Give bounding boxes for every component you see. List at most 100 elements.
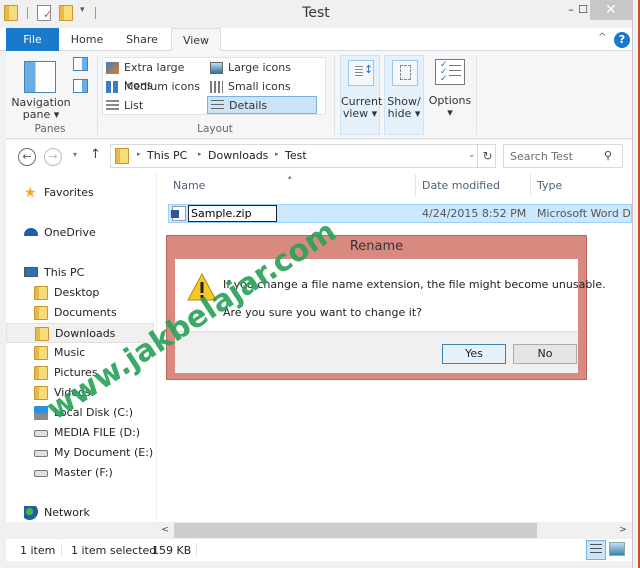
details-view-button[interactable] <box>586 540 606 560</box>
forward-button[interactable]: → <box>44 148 62 166</box>
file-type: Microsoft Word D... <box>537 207 640 220</box>
nav-item-label: MEDIA FILE (D:) <box>54 426 141 439</box>
close-button[interactable]: ✕ <box>590 0 632 20</box>
dialog-body: If you change a file name extension, the… <box>175 259 606 373</box>
nav-item-my-document-e[interactable]: My Document (E:) <box>34 443 154 463</box>
nav-item-favorites[interactable]: ★ Favorites <box>24 183 154 203</box>
title-bar: ✓ ▾ Test – ☐ ✕ <box>0 0 632 28</box>
dialog-question: Are you sure you want to change it? <box>223 306 422 319</box>
refresh-button[interactable]: ↻ <box>477 145 497 167</box>
nav-item-desktop[interactable]: Desktop <box>34 283 154 303</box>
warning-icon <box>187 273 217 301</box>
breadcrumb-separator[interactable]: ▸ <box>137 150 141 158</box>
folder-icon <box>35 327 49 341</box>
address-dropdown-icon[interactable]: ⌄ <box>468 150 476 160</box>
nav-item-local-disk-c[interactable]: Local Disk (C:) <box>34 403 154 423</box>
folder-icon <box>34 346 48 360</box>
breadcrumb-downloads[interactable]: Downloads <box>208 149 268 162</box>
large-icons-view-button[interactable] <box>609 542 625 556</box>
current-view-button[interactable]: ↕ Current view ▾ <box>340 55 383 135</box>
horizontal-scrollbar[interactable]: < > <box>157 522 632 539</box>
collapse-ribbon-icon[interactable]: ^ <box>598 32 612 43</box>
details-pane-icon[interactable] <box>73 79 88 93</box>
back-button[interactable]: ← <box>18 148 36 166</box>
properties-icon[interactable]: ✓ <box>37 5 52 21</box>
nav-item-this-pc[interactable]: This PC <box>24 263 154 283</box>
navigation-pane-button[interactable]: Navigation pane ▾ <box>10 57 72 121</box>
details-icon <box>211 100 224 112</box>
help-icon[interactable]: ? <box>614 32 630 48</box>
column-header-type[interactable]: Type <box>537 179 562 192</box>
nav-item-label: Favorites <box>44 186 94 199</box>
navigation-pane-label: Navigation pane ▾ <box>11 96 71 121</box>
tab-view[interactable]: View <box>171 28 221 52</box>
new-folder-icon[interactable] <box>59 5 73 21</box>
column-header-date-modified[interactable]: Date modified <box>422 179 500 192</box>
preview-pane-icon[interactable] <box>73 57 88 71</box>
breadcrumb-separator[interactable]: ▸ <box>198 150 202 158</box>
column-separator[interactable] <box>530 174 531 196</box>
nav-item-onedrive[interactable]: OneDrive <box>24 223 154 243</box>
nav-item-music[interactable]: Music <box>34 343 154 363</box>
folder-icon[interactable] <box>4 5 18 21</box>
nav-item-media-file-d[interactable]: MEDIA FILE (D:) <box>34 423 154 443</box>
nav-item-documents[interactable]: Documents <box>34 303 154 323</box>
layout-item-label: Medium icons <box>124 80 201 93</box>
current-view-label: Current view ▾ <box>341 95 383 120</box>
layout-small-icons[interactable]: Small icons <box>207 78 307 96</box>
column-header-name[interactable]: Name <box>173 179 205 192</box>
layout-list[interactable]: List <box>103 97 207 115</box>
extra-large-icons-icon <box>106 62 119 74</box>
list-icon <box>106 100 119 112</box>
nav-item-label: Documents <box>54 306 117 319</box>
folder-icon <box>34 306 48 320</box>
tab-home[interactable]: Home <box>62 28 112 51</box>
layout-large-icons[interactable]: Large icons <box>207 59 307 77</box>
quick-access-separator <box>27 7 28 19</box>
nav-item-pictures[interactable]: Pictures <box>34 363 154 383</box>
address-bar[interactable]: ▸ This PC ▸ Downloads ▸ Test ⌄ ↻ <box>110 144 496 168</box>
layout-medium-icons[interactable]: Medium icons <box>103 78 207 96</box>
status-bar: 1 item 1 item selected 159 KB <box>6 539 632 561</box>
navigation-pane: ★ Favorites OneDrive This PC Desktop Doc… <box>6 172 156 522</box>
nav-item-master-f[interactable]: Master (F:) <box>34 463 154 483</box>
options-button[interactable]: ✓ ✓ ✓ Options ▾ <box>428 55 472 135</box>
tab-file[interactable]: File <box>6 28 59 51</box>
search-placeholder: Search Test <box>510 150 573 163</box>
nav-item-network[interactable]: Network <box>24 503 154 523</box>
no-button[interactable]: No <box>513 344 577 364</box>
scrollbar-thumb[interactable] <box>174 523 537 538</box>
recent-locations-dropdown[interactable]: ▾ <box>73 150 77 159</box>
layout-item-label: Details <box>229 99 268 112</box>
window-edge <box>632 0 640 568</box>
show-hide-button[interactable]: Show/ hide ▾ <box>384 55 424 135</box>
drive-icon <box>34 430 48 437</box>
current-view-icon: ↕ <box>348 60 374 86</box>
nav-item-label: Network <box>44 506 90 519</box>
drive-icon <box>34 470 48 477</box>
breadcrumb-separator[interactable]: ▸ <box>275 150 279 158</box>
column-separator[interactable] <box>415 174 416 196</box>
layout-item-label: List <box>124 99 144 112</box>
layout-extra-large-icons[interactable]: Extra large icons <box>103 59 207 92</box>
tab-share[interactable]: Share <box>117 28 167 51</box>
nav-item-downloads[interactable]: Downloads <box>6 323 154 343</box>
search-icon[interactable]: ⚲ <box>604 149 612 162</box>
show-hide-icon <box>392 60 418 86</box>
yes-button[interactable]: Yes <box>442 344 506 364</box>
file-row[interactable]: 4/24/2015 8:52 PM Microsoft Word D... <box>168 204 640 223</box>
nav-item-videos[interactable]: Videos <box>34 383 154 403</box>
rename-dialog: Rename If you change a file name extensi… <box>166 235 606 380</box>
up-button[interactable]: ↑ <box>90 147 101 162</box>
scroll-right-button[interactable]: > <box>615 522 631 539</box>
status-separator <box>196 543 197 557</box>
medium-icons-icon <box>106 81 119 93</box>
customize-dropdown-icon[interactable]: ▾ <box>80 5 85 15</box>
layout-details[interactable]: Details <box>207 96 317 114</box>
rename-input[interactable] <box>188 205 277 222</box>
breadcrumb-this-pc[interactable]: This PC <box>147 149 187 162</box>
scroll-left-button[interactable]: < <box>157 522 173 539</box>
search-input[interactable]: Search Test ⚲ <box>503 144 623 168</box>
folder-icon <box>115 148 129 164</box>
breadcrumb-test[interactable]: Test <box>285 149 307 162</box>
